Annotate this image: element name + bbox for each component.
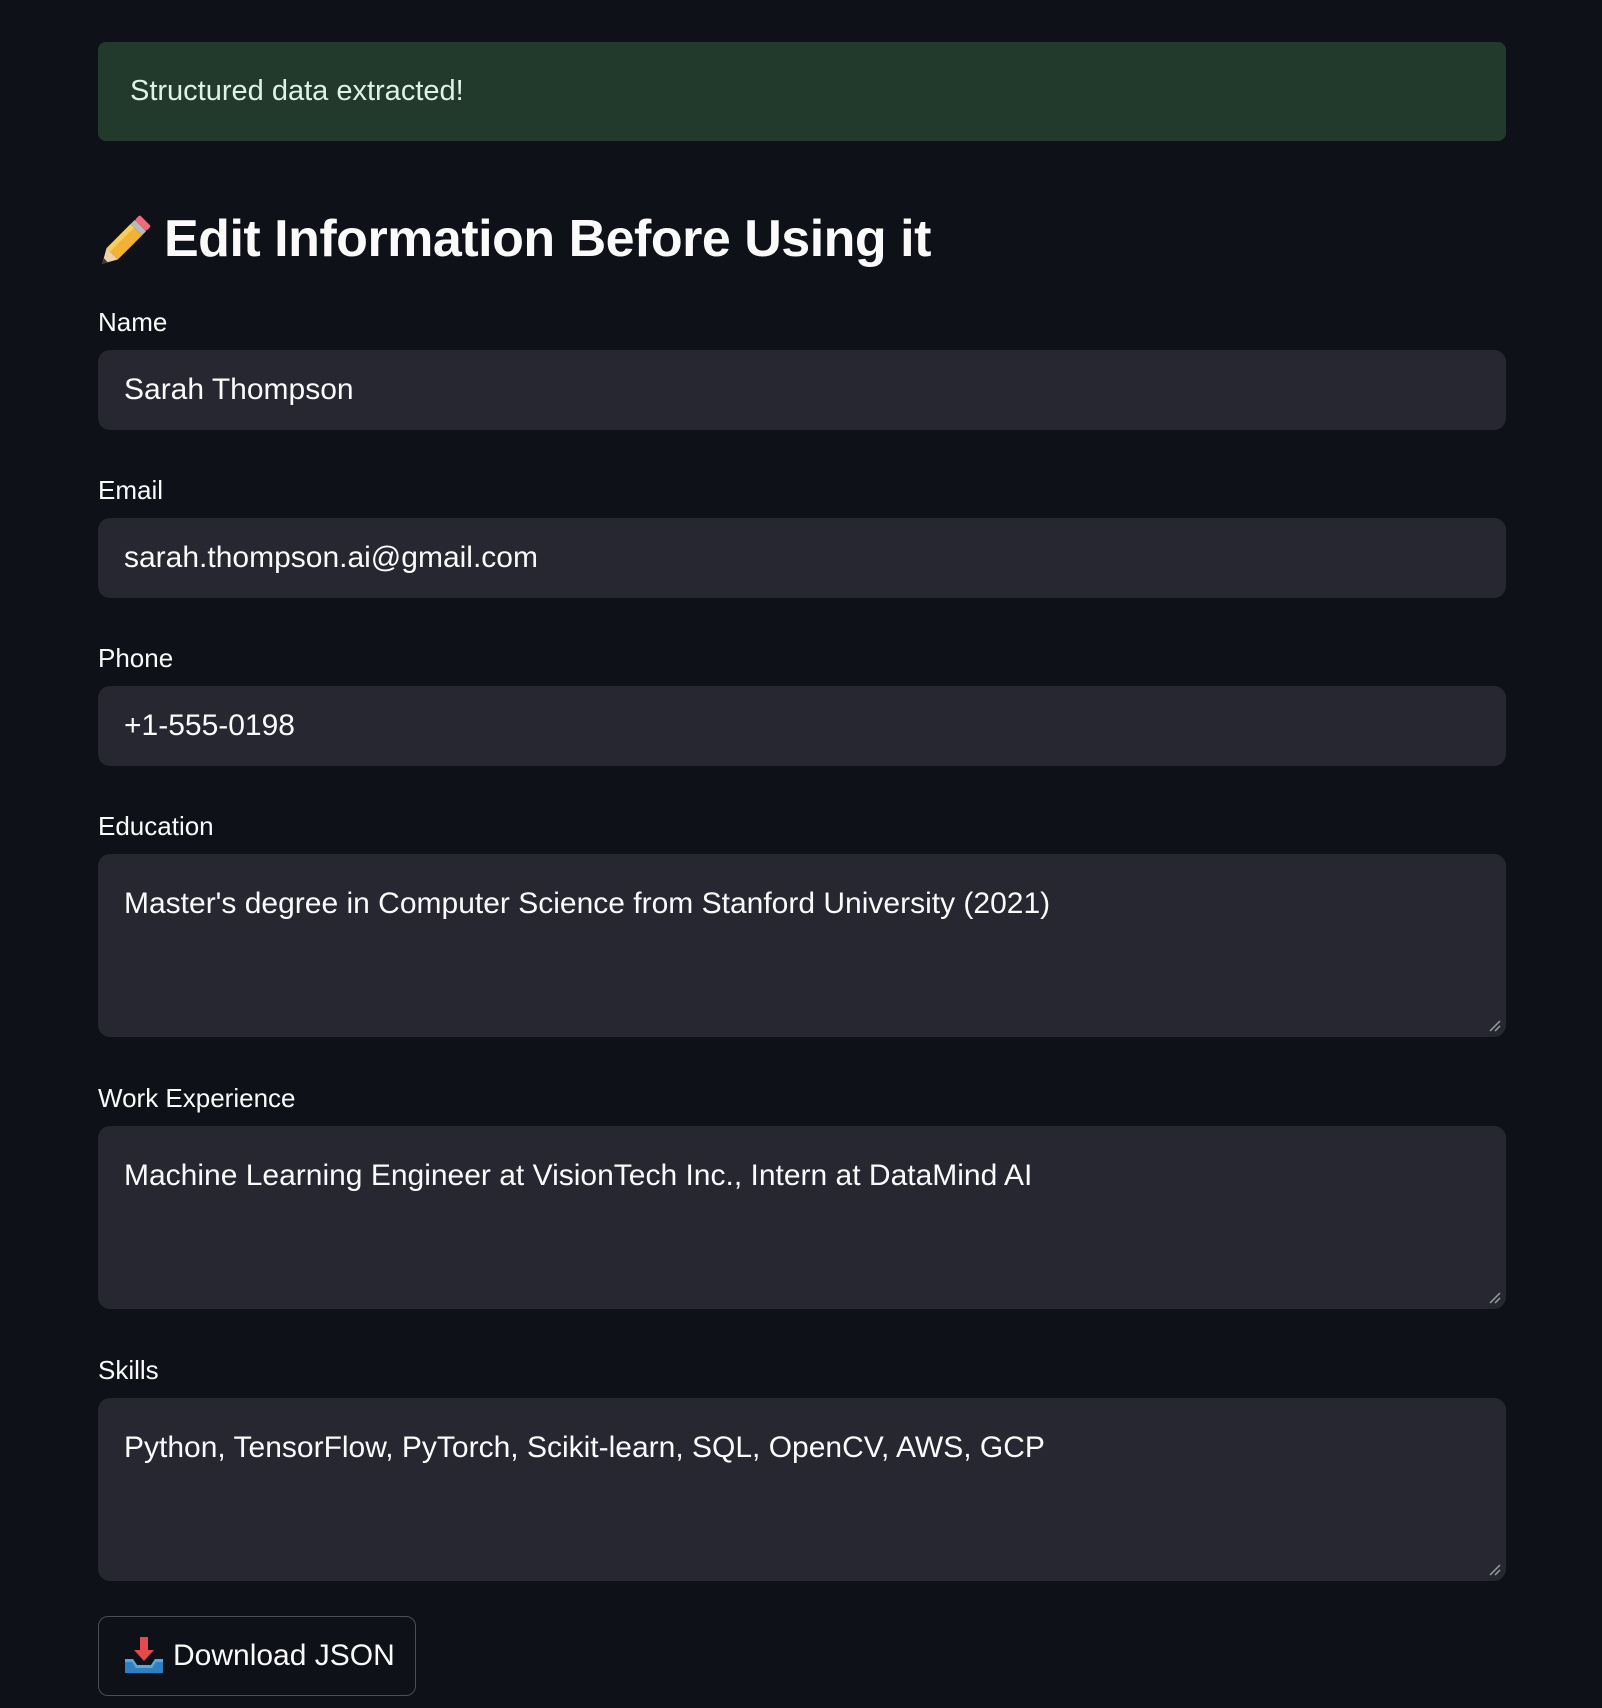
resize-handle-icon[interactable] xyxy=(1488,1563,1502,1577)
page-title: Edit Information Before Using it xyxy=(98,199,1506,279)
download-json-label: Download JSON xyxy=(173,1639,395,1672)
main-container: Structured data extracted! Edit Informat… xyxy=(98,42,1506,1696)
pencil-icon xyxy=(98,209,156,269)
success-alert: Structured data extracted! xyxy=(98,42,1506,141)
phone-label: Phone xyxy=(98,642,174,673)
email-input[interactable]: sarah.thompson.ai@gmail.com xyxy=(98,518,1506,598)
work-experience-text: Machine Learning Engineer at VisionTech … xyxy=(124,1159,1033,1192)
resize-handle-icon[interactable] xyxy=(1488,1291,1502,1305)
inbox-tray-icon xyxy=(123,1635,165,1677)
success-alert-text: Structured data extracted! xyxy=(130,75,464,107)
education-textarea[interactable]: Master's degree in Computer Science from… xyxy=(98,854,1506,1037)
skills-text: Python, TensorFlow, PyTorch, Scikit-lear… xyxy=(124,1431,1045,1464)
work-experience-field-group: Work Experience Machine Learning Enginee… xyxy=(98,1080,1506,1309)
skills-textarea[interactable]: Python, TensorFlow, PyTorch, Scikit-lear… xyxy=(98,1398,1506,1581)
phone-input[interactable]: +1-555-0198 xyxy=(98,686,1506,766)
work-experience-textarea[interactable]: Machine Learning Engineer at VisionTech … xyxy=(98,1126,1506,1309)
skills-label: Skills xyxy=(98,1354,159,1385)
page-title-text: Edit Information Before Using it xyxy=(164,210,931,268)
name-input[interactable]: Sarah Thompson xyxy=(98,350,1506,430)
education-field-group: Education Master's degree in Computer Sc… xyxy=(98,808,1506,1037)
phone-field-group: Phone +1-555-0198 xyxy=(98,640,1506,766)
education-label: Education xyxy=(98,810,214,841)
name-field-group: Name Sarah Thompson xyxy=(98,304,1506,430)
email-label: Email xyxy=(98,474,164,505)
resize-handle-icon[interactable] xyxy=(1488,1019,1502,1033)
download-json-button[interactable]: Download JSON xyxy=(98,1616,416,1696)
name-label: Name xyxy=(98,306,168,337)
work-experience-label: Work Experience xyxy=(98,1082,296,1113)
email-field-group: Email sarah.thompson.ai@gmail.com xyxy=(98,472,1506,598)
skills-field-group: Skills Python, TensorFlow, PyTorch, Scik… xyxy=(98,1352,1506,1581)
education-text: Master's degree in Computer Science from… xyxy=(124,887,1051,920)
